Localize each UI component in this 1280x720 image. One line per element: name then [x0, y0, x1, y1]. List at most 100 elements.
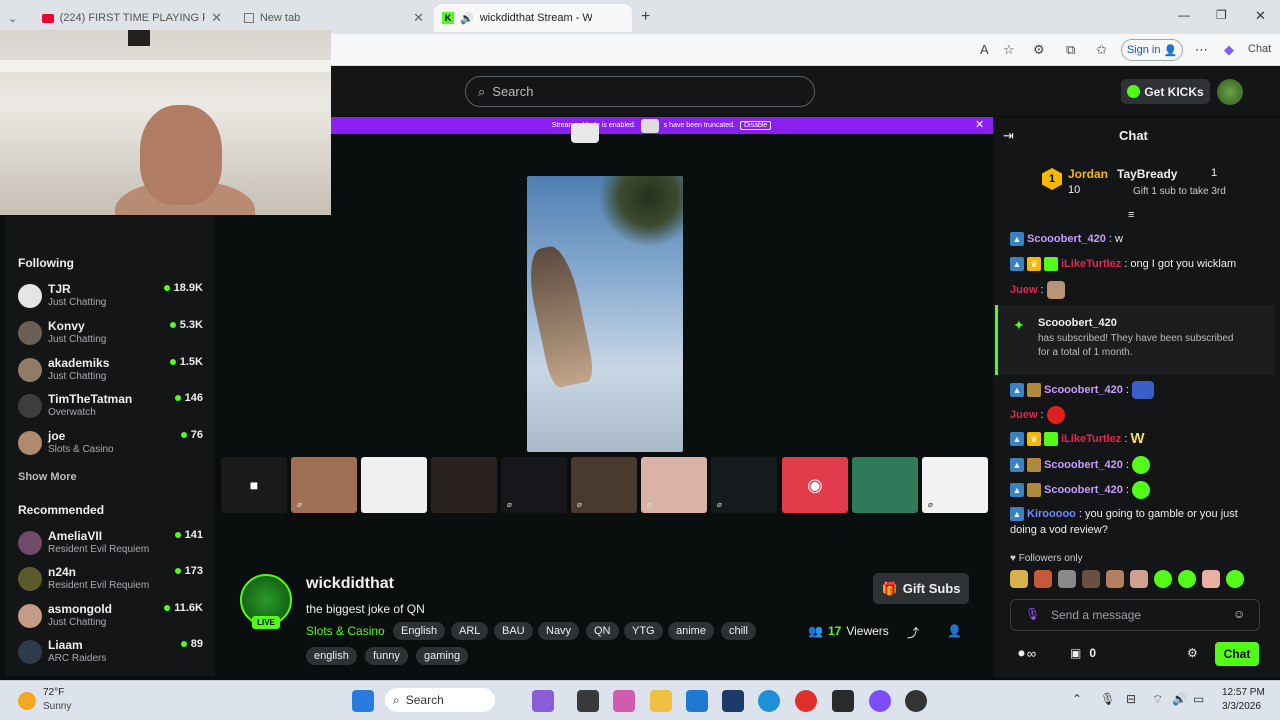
windows-start-icon[interactable] — [352, 690, 374, 712]
minimize-icon[interactable]: — — [1178, 8, 1190, 22]
share-icon[interactable]: ⤴ — [907, 624, 919, 641]
sidebar-channel[interactable]: joe Slots & Casino 76 — [18, 427, 203, 459]
copilot-chat-label[interactable]: Chat — [1248, 43, 1271, 55]
favorite-star-icon[interactable]: ☆ — [1003, 42, 1015, 58]
badge-icon: ▲ — [1010, 432, 1024, 446]
taskbar-app-icon[interactable] — [577, 690, 599, 712]
stream-category[interactable]: Slots & Casino — [306, 624, 385, 638]
emote-icon[interactable] — [1154, 570, 1172, 588]
favorites-icon[interactable]: ✩ — [1096, 42, 1107, 58]
second-name: TayBready — [1117, 167, 1178, 181]
edge-icon[interactable] — [758, 690, 780, 712]
tag[interactable]: chill — [721, 622, 756, 640]
video-player[interactable] — [527, 176, 683, 452]
settings-gear-icon[interactable]: ⚙ — [1187, 646, 1198, 660]
user-avatar[interactable] — [1217, 79, 1243, 105]
tray-chevron-icon[interactable]: ⌃ — [1072, 692, 1082, 706]
gift-subs-button[interactable]: 🎁 Gift Subs — [873, 573, 969, 604]
sidebar-channel[interactable]: asmongold Just Chatting 11.6K — [18, 600, 203, 632]
read-aloud-icon[interactable]: A — [980, 42, 989, 57]
tag[interactable]: anime — [668, 622, 714, 640]
tag[interactable]: BAU — [494, 622, 533, 640]
viewer-count: 173 — [174, 565, 203, 577]
close-tab-icon[interactable]: ✕ — [211, 10, 222, 26]
more-menu-icon[interactable]: ⋯ — [1195, 42, 1208, 58]
send-chat-button[interactable]: Chat — [1215, 642, 1259, 666]
chat-menu-icon[interactable]: ≡ — [1128, 209, 1134, 221]
chat-input[interactable]: 🎙 Send a message ☺ — [1010, 599, 1260, 631]
tag[interactable]: YTG — [624, 622, 663, 640]
emote-icon[interactable] — [1058, 570, 1076, 588]
show-more-link[interactable]: Show More — [18, 471, 77, 483]
extensions-icon[interactable]: ⚙ — [1033, 42, 1045, 58]
file-explorer-icon[interactable] — [650, 690, 672, 712]
sidebar-channel[interactable]: Konvy Just Chatting 5.3K — [18, 317, 203, 349]
mute-icon: ⌀ — [928, 500, 933, 509]
chest-points[interactable]: ▣ 0 — [1070, 646, 1096, 660]
sidebar-channel[interactable]: TJR Just Chatting 18.9K — [18, 280, 203, 312]
sidebar-channel[interactable]: TimTheTatman Overwatch 146 — [18, 390, 203, 422]
search-input[interactable]: ⌕ Search — [465, 76, 815, 107]
close-tab-icon[interactable]: ✕ — [413, 10, 424, 26]
volume-icon[interactable]: 🔊 — [1172, 692, 1187, 706]
sidebar-channel[interactable]: Liaam ARC Raiders 89 — [18, 636, 203, 668]
copilot-icon[interactable]: ◆ — [1224, 42, 1234, 58]
tag[interactable]: gaming — [416, 647, 469, 665]
tomato-emote-icon — [1046, 406, 1065, 424]
stream-title: the biggest joke of QN — [306, 602, 425, 616]
tag[interactable]: QN — [586, 622, 619, 640]
emote-icon[interactable] — [1178, 570, 1196, 588]
emote-icon[interactable] — [1106, 570, 1124, 588]
tag[interactable]: funny — [365, 647, 408, 665]
emote-icon[interactable] — [1130, 570, 1148, 588]
tray-app-icon[interactable]: ⊟ — [1126, 692, 1136, 706]
mic-tray-icon[interactable]: 🎙 — [1100, 692, 1115, 706]
mic-icon[interactable]: 🎙 — [1025, 607, 1040, 621]
close-window-icon[interactable]: ✕ — [1255, 8, 1266, 24]
sign-in-button[interactable]: Sign in 👤 — [1121, 39, 1183, 61]
taskbar-app-icon[interactable] — [613, 690, 635, 712]
points-icon[interactable]: ⚫∞ — [1016, 646, 1036, 662]
speaker-icon[interactable]: 🔊 — [460, 12, 474, 25]
emote-icon[interactable] — [1034, 570, 1052, 588]
obs-icon[interactable] — [905, 690, 927, 712]
emote-icon[interactable] — [1010, 570, 1028, 588]
discord-icon[interactable] — [869, 690, 891, 712]
chrome-icon[interactable] — [795, 690, 817, 712]
sidebar-channel[interactable]: n24n Resident Evil Requiem 173 — [18, 563, 203, 595]
tag[interactable]: ARL — [451, 622, 489, 640]
stream-thumbnail: ⌀ — [501, 457, 567, 513]
taskbar-app-icon[interactable] — [722, 690, 744, 712]
avatar — [18, 358, 42, 382]
tab-list-button[interactable]: ⌄ — [0, 4, 32, 32]
collapse-chat-icon[interactable]: ⇥ — [1003, 128, 1014, 144]
sidebar-channel[interactable]: akademiks Just Chatting 1.5K — [18, 354, 203, 386]
video-person — [527, 242, 597, 390]
wifi-icon[interactable]: ⌔ — [1152, 692, 1163, 707]
gift-prompt: Gift 1 sub to take 3rd — [1133, 186, 1226, 197]
dropbox-icon[interactable] — [832, 690, 854, 712]
taskbar-app-icon[interactable] — [532, 690, 554, 712]
disable-streamer-mode-button[interactable]: Disable — [739, 121, 772, 130]
tag[interactable]: English — [393, 622, 446, 640]
close-banner-icon[interactable]: ✕ — [975, 118, 984, 131]
taskbar-search[interactable]: ⌕ Search — [385, 688, 495, 712]
tab-newtab[interactable]: New tab ✕ — [236, 4, 432, 32]
tag[interactable]: english — [306, 647, 357, 665]
maximize-icon[interactable]: ❐ — [1216, 8, 1227, 22]
emote-icon[interactable] — [1082, 570, 1100, 588]
get-kicks-button[interactable]: Get KICKs — [1121, 79, 1210, 104]
emote-icon[interactable] — [1202, 570, 1220, 588]
emote-icon[interactable] — [1226, 570, 1244, 588]
tab-kick[interactable]: K 🔊 wickdidthat Stream - Wa — [434, 4, 632, 32]
store-icon[interactable] — [686, 690, 708, 712]
emoji-icon[interactable]: ☺ — [1233, 607, 1245, 621]
battery-icon[interactable]: ▭ — [1193, 692, 1204, 706]
split-screen-icon[interactable]: ⧉ — [1066, 42, 1075, 58]
streamer-name[interactable]: wickdidthat — [306, 575, 394, 593]
tab-youtube[interactable]: (224) FIRST TIME PLAYING RESIDE ✕ — [34, 4, 230, 32]
sidebar-channel[interactable]: AmeliaVII Resident Evil Requiem 141 — [18, 527, 203, 559]
tag[interactable]: Navy — [538, 622, 580, 640]
new-tab-plus-icon[interactable]: + — [641, 8, 650, 26]
follow-icon[interactable]: 👤 — [947, 624, 962, 638]
